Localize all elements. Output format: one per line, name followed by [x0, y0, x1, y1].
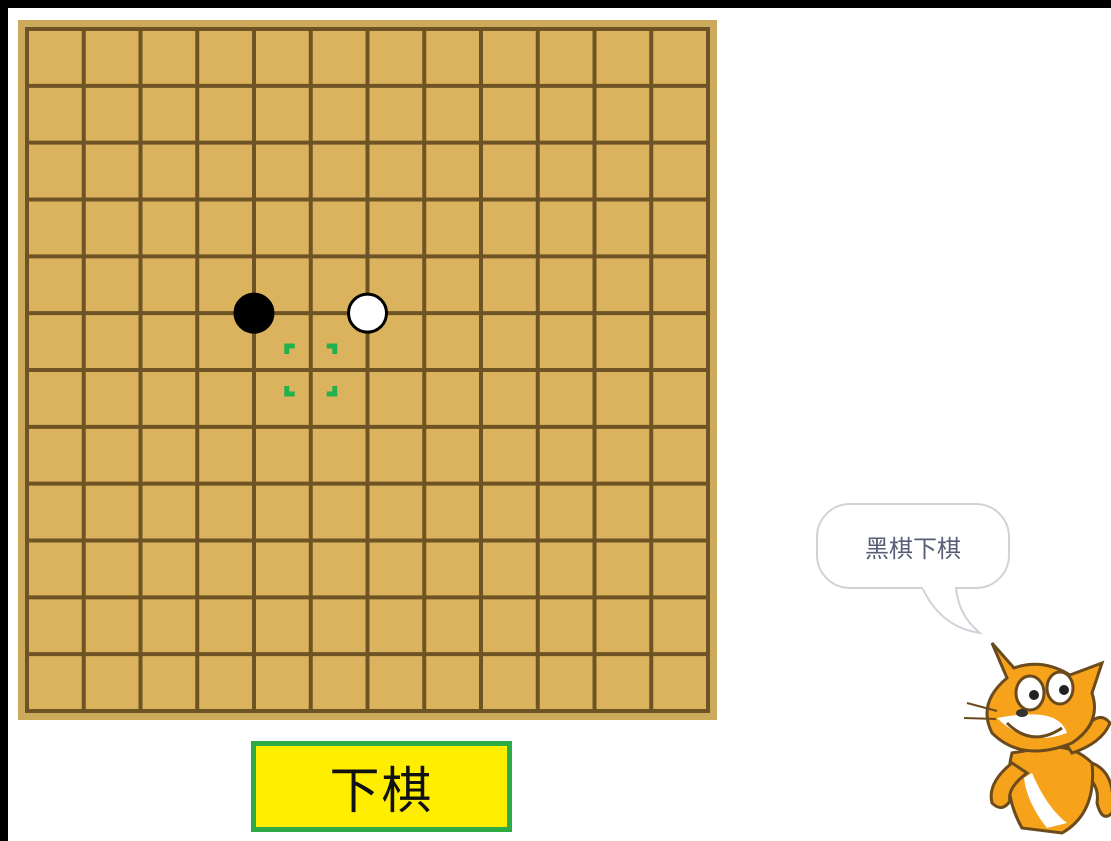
gomoku-board[interactable]	[18, 20, 717, 720]
game-stage: 下棋 黑棋下棋	[8, 8, 1111, 841]
place-stone-button[interactable]: 下棋	[251, 741, 512, 832]
cursor-corner	[284, 386, 295, 397]
black-stone	[233, 292, 275, 334]
board-grid[interactable]	[25, 27, 710, 713]
place-stone-button-label: 下棋	[329, 761, 434, 820]
cursor-corner	[326, 386, 338, 397]
speech-bubble: 黑棋下棋	[816, 503, 1010, 589]
cursor-corner	[326, 343, 338, 354]
cursor-corner	[284, 343, 295, 354]
speech-bubble-text: 黑棋下棋	[865, 534, 961, 563]
white-stone	[347, 292, 388, 334]
scratch-cat-icon[interactable]	[952, 623, 1111, 841]
